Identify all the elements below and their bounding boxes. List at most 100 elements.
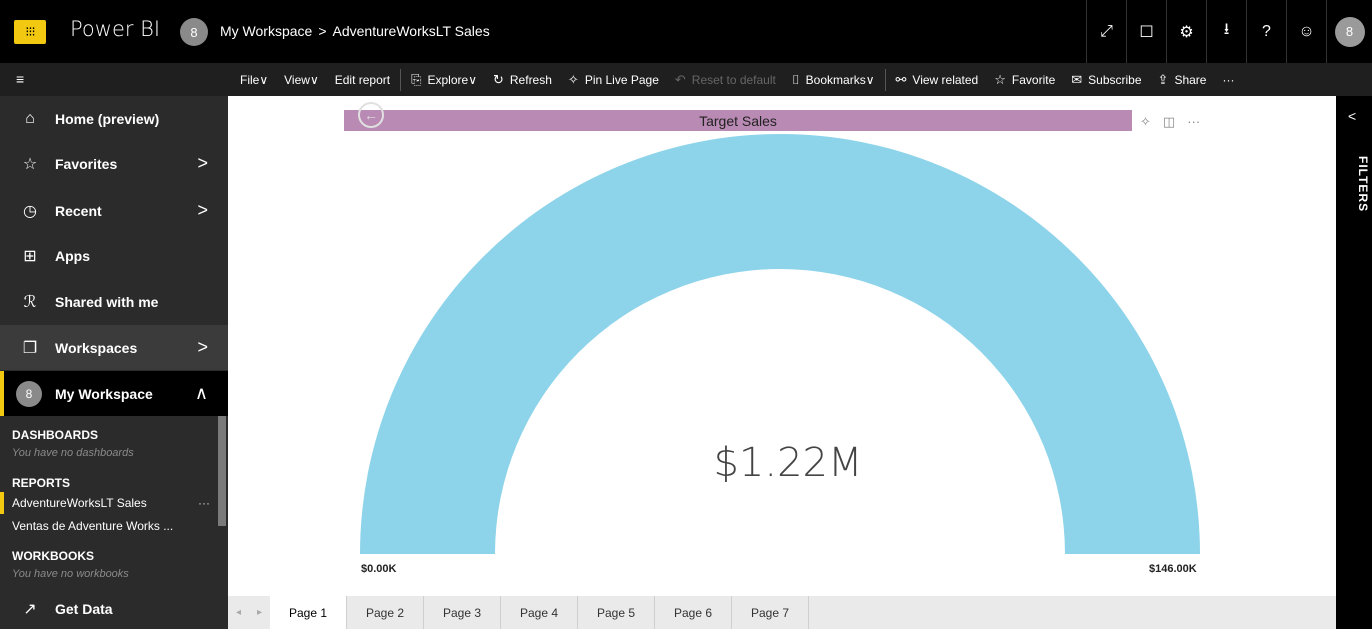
nav-get-data[interactable]: ↗ Get Data	[0, 586, 228, 629]
tab-page-4[interactable]: Page 4	[501, 596, 578, 629]
chevron-right-icon[interactable]: >	[197, 200, 208, 221]
chevron-down-icon: ∨	[468, 72, 477, 87]
pin-visual-icon[interactable]: ✧	[1140, 114, 1151, 130]
comment-icon[interactable]: ☐	[1126, 0, 1166, 63]
filters-pane[interactable]: < FILTERS	[1336, 96, 1372, 629]
expand-icon[interactable]: ⤢	[1086, 0, 1126, 63]
action-label: View	[284, 72, 310, 87]
action-icon: ⌷	[791, 71, 800, 87]
action-icon: ⇪	[1157, 71, 1169, 87]
action-file[interactable]: File ∨	[232, 63, 276, 96]
apps-icon: ⊞	[23, 247, 37, 265]
action-icon: ↶	[674, 71, 686, 87]
action-refresh[interactable]: ↻ Refresh	[485, 63, 560, 96]
nav-recent[interactable]: ◷ Recent >	[0, 188, 228, 233]
nav-workspaces-label: Workspaces	[55, 339, 138, 356]
hamburger-menu-icon[interactable]: ≡	[16, 71, 24, 87]
chevron-down-icon: ∨	[865, 72, 875, 87]
gauge-chart	[360, 134, 1200, 554]
feedback-icon[interactable]: ☺	[1286, 0, 1326, 63]
action-edit-report[interactable]: Edit report	[327, 63, 398, 96]
tab-page-5[interactable]: Page 5	[578, 596, 655, 629]
user-avatar[interactable]: 8	[1334, 16, 1365, 47]
nav-shared-label: Shared with me	[55, 293, 159, 310]
nav-home[interactable]: ⌂ Home (preview)	[0, 96, 228, 141]
chevron-down-icon: ∨	[259, 72, 269, 87]
action-label: Explore	[427, 72, 469, 87]
workspaces-icon: ❐	[22, 339, 38, 357]
breadcrumb-report[interactable]: AdventureWorksLT Sales	[333, 23, 490, 39]
action-pin-live-page[interactable]: ✧ Pin Live Page	[560, 63, 667, 96]
action-favorite[interactable]: ☆ Favorite	[986, 63, 1063, 96]
back-arrow-icon[interactable]: ←	[358, 102, 384, 128]
workspace-avatar: 8	[180, 18, 208, 46]
action-subscribe[interactable]: ✉ Subscribe	[1063, 63, 1149, 96]
action-label: Favorite	[1011, 72, 1056, 87]
nav-get-data-label: Get Data	[55, 600, 113, 617]
prev-page-icon[interactable]: ◂	[236, 607, 241, 618]
sidebar: ⌂ Home (preview) ☆ Favorites > ◷ Recent …	[0, 96, 228, 629]
more-actions-icon[interactable]: ···	[1214, 63, 1242, 96]
breadcrumb-workspace[interactable]: My Workspace	[220, 23, 312, 39]
sidebar-scrollbar[interactable]	[218, 416, 226, 526]
chevron-left-icon[interactable]: <	[1348, 108, 1356, 124]
nav-workspaces[interactable]: ❐ Workspaces >	[0, 325, 228, 370]
gauge-min-label: $0.00K	[361, 563, 397, 575]
gauge-fill-arc	[360, 134, 1200, 554]
tab-page-6[interactable]: Page 6	[655, 596, 732, 629]
more-options-icon[interactable]: ···	[1187, 114, 1200, 130]
my-workspace-avatar: 8	[16, 380, 42, 407]
action-share[interactable]: ⇪ Share	[1150, 63, 1215, 96]
visual-title[interactable]: Target Sales	[344, 110, 1132, 131]
action-bookmarks[interactable]: ⌷ Bookmarks ∨	[784, 63, 883, 96]
app-launcher-icon[interactable]: ⁝⁝⁝	[14, 20, 46, 44]
shared-icon: ℛ	[23, 293, 37, 311]
nav-favorites[interactable]: ☆ Favorites >	[0, 141, 228, 186]
next-page-icon[interactable]: ▸	[257, 607, 262, 618]
tab-page-7[interactable]: Page 7	[732, 596, 809, 629]
breadcrumb-separator-icon: >	[318, 23, 327, 39]
nav-shared[interactable]: ℛ Shared with me	[0, 279, 228, 324]
chevron-up-icon[interactable]: ∧	[195, 383, 208, 404]
action-label: Subscribe	[1088, 72, 1142, 87]
action-bar: ≡ File ∨ View ∨ Edit report ⎘ Explore ∨ ↻ Refr…	[0, 63, 1372, 96]
home-icon: ⌂	[25, 109, 35, 127]
report-item-ventas[interactable]: Ventas de Adventure Works ...	[0, 515, 216, 537]
tab-page-2[interactable]: Page 2	[347, 596, 424, 629]
action-icon: ⎘	[411, 71, 422, 87]
chevron-right-icon[interactable]: >	[197, 153, 208, 174]
dashboards-empty: You have no dashboards	[12, 447, 134, 459]
nav-my-workspace[interactable]: 8 My Workspace ∧	[0, 371, 228, 416]
app-name[interactable]: Power BI	[70, 17, 160, 41]
action-explore[interactable]: ⎘ Explore ∨	[403, 63, 485, 96]
report-item-adventureworkslt-sales[interactable]: AdventureWorksLT Sales ···	[0, 492, 216, 514]
breadcrumb: My Workspace > AdventureWorksLT Sales	[220, 23, 490, 39]
toolbar-divider	[884, 68, 886, 91]
action-reset-to-default[interactable]: ↶ Reset to default	[667, 63, 784, 96]
report-item-label: Ventas de Adventure Works ...	[12, 519, 174, 533]
action-label: Bookmarks	[805, 72, 866, 87]
focus-mode-icon[interactable]: ◫	[1163, 114, 1175, 130]
action-label: Share	[1174, 72, 1207, 87]
help-icon[interactable]: ?	[1246, 0, 1286, 63]
workbooks-header: WORKBOOKS	[12, 549, 94, 563]
nav-favorites-label: Favorites	[55, 155, 118, 172]
nav-apps[interactable]: ⊞ Apps	[0, 233, 228, 278]
action-label: Reset to default	[691, 72, 776, 87]
filters-label[interactable]: FILTERS	[1340, 156, 1370, 212]
top-bar: ⁝⁝⁝ Power BI 8 My Workspace > AdventureWor…	[0, 0, 1372, 63]
tab-page-3[interactable]: Page 3	[424, 596, 501, 629]
action-icon: ☆	[994, 71, 1006, 87]
page-tab-list: Page 1 Page 2 Page 3 Page 4 Page 5 Page 6 Page…	[270, 596, 809, 629]
star-icon: ☆	[22, 155, 38, 173]
action-view[interactable]: View ∨	[276, 63, 327, 96]
more-options-icon[interactable]: ···	[198, 496, 210, 510]
download-icon[interactable]: ⭳	[1206, 0, 1246, 63]
tab-page-1[interactable]: Page 1	[270, 596, 347, 629]
user-menu[interactable]: 8	[1326, 0, 1372, 63]
nav-apps-label: Apps	[55, 247, 90, 264]
action-view-related[interactable]: ⚯ View related	[888, 63, 987, 96]
dashboards-header: DASHBOARDS	[12, 428, 99, 442]
chevron-right-icon[interactable]: >	[197, 337, 208, 358]
settings-icon[interactable]: ⚙	[1166, 0, 1206, 63]
